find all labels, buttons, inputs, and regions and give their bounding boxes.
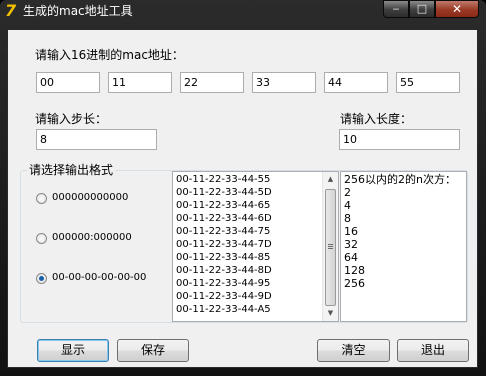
- minimize-button[interactable]: ‒: [383, 0, 409, 18]
- format-radio-dash[interactable]: [36, 273, 47, 284]
- output-list-item[interactable]: 00-11-22-33-44-65: [173, 199, 338, 212]
- mac-octet-1[interactable]: 00: [36, 72, 100, 93]
- power-list-item[interactable]: 4: [341, 199, 466, 212]
- close-button[interactable]: ✕: [435, 0, 479, 18]
- output-list-item[interactable]: 00-11-22-33-44-85: [173, 251, 338, 264]
- maximize-button[interactable]: □: [409, 0, 435, 18]
- mac-octet-4[interactable]: 33: [252, 72, 316, 93]
- mac-octet-2[interactable]: 11: [108, 72, 172, 93]
- step-input[interactable]: 8: [36, 129, 157, 150]
- power-list-item[interactable]: 32: [341, 238, 466, 251]
- power-list-item[interactable]: 64: [341, 251, 466, 264]
- format-group-title: 请选择输出格式: [27, 163, 116, 177]
- scroll-up-icon[interactable]: ▲: [323, 172, 338, 187]
- format-option-colon[interactable]: 000000:000000: [52, 232, 132, 244]
- power-list-item[interactable]: 128: [341, 264, 466, 277]
- power-list-item[interactable]: 256: [341, 277, 466, 290]
- show-button[interactable]: 显示: [37, 339, 109, 362]
- scroll-down-icon[interactable]: ▼: [323, 306, 338, 321]
- grip-line-icon: [328, 246, 333, 247]
- output-list-item[interactable]: 00-11-22-33-44-7D: [173, 238, 338, 251]
- power-list-item[interactable]: 8: [341, 212, 466, 225]
- power-list-item[interactable]: 2: [341, 186, 466, 199]
- format-option-dash[interactable]: 00-00-00-00-00-00: [52, 272, 146, 284]
- output-list-item[interactable]: 00-11-22-33-44-5D: [173, 186, 338, 199]
- grip-line-icon: [328, 248, 333, 249]
- exit-button[interactable]: 退出: [397, 339, 469, 362]
- app-window: 7 生成的mac地址工具 ‒ □ ✕ 请输入16进制的mac地址： 00 11 …: [0, 0, 486, 376]
- output-scrollbar[interactable]: ▲ ▼: [322, 172, 338, 321]
- output-list-item[interactable]: 00-11-22-33-44-A5: [173, 303, 338, 316]
- output-list-item[interactable]: 00-11-22-33-44-95: [173, 277, 338, 290]
- mac-octet-6[interactable]: 55: [396, 72, 460, 93]
- mac-output-list[interactable]: 00-11-22-33-44-55 00-11-22-33-44-5D 00-11-…: [172, 171, 339, 322]
- mac-label: 请输入16进制的mac地址：: [35, 48, 184, 62]
- output-list-item[interactable]: 00-11-22-33-44-55: [173, 173, 338, 186]
- power-list-item[interactable]: 16: [341, 225, 466, 238]
- format-radio-colon[interactable]: [36, 233, 47, 244]
- window-title: 生成的mac地址工具: [23, 4, 133, 18]
- save-button[interactable]: 保存: [117, 339, 189, 362]
- format-option-plain[interactable]: 000000000000: [52, 192, 128, 204]
- mac-octet-5[interactable]: 44: [324, 72, 388, 93]
- powers-of-two-list[interactable]: 256以内的2的n次方： 2 4 8 16 32 64 128 256: [340, 171, 467, 322]
- title-bar[interactable]: 7 生成的mac地址工具 ‒ □ ✕: [0, 0, 486, 22]
- step-label: 请输入步长：: [35, 112, 108, 126]
- mac-octet-3[interactable]: 22: [180, 72, 244, 93]
- output-list-item[interactable]: 00-11-22-33-44-75: [173, 225, 338, 238]
- grip-line-icon: [328, 244, 333, 245]
- length-label: 请输入长度：: [340, 112, 413, 126]
- output-list-item[interactable]: 00-11-22-33-44-6D: [173, 212, 338, 225]
- app-icon: 7: [5, 1, 17, 20]
- client-area: 请输入16进制的mac地址： 00 11 22 33 44 55 请输入步长： …: [7, 29, 478, 368]
- format-radio-plain[interactable]: [36, 193, 47, 204]
- scroll-thumb[interactable]: [325, 189, 336, 306]
- length-input[interactable]: 10: [339, 129, 460, 150]
- output-list-item[interactable]: 00-11-22-33-44-9D: [173, 290, 338, 303]
- clear-button[interactable]: 清空: [317, 339, 390, 362]
- output-list-item[interactable]: 00-11-22-33-44-8D: [173, 264, 338, 277]
- powers-header: 256以内的2的n次方：: [344, 173, 456, 186]
